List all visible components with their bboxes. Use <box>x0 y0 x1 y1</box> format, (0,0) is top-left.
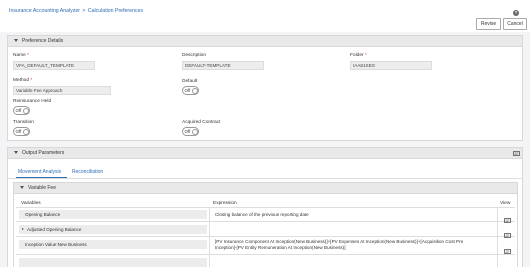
preference-details-header[interactable]: Preference Details <box>8 36 522 47</box>
folder-field[interactable]: IAA81SEG <box>350 61 432 70</box>
page-header: Insurance Accounting Analyzer > Calculat… <box>0 0 530 32</box>
reinsurance-held-toggle[interactable]: Off <box>13 106 30 115</box>
header-divider <box>16 207 515 208</box>
method-label: Method * <box>13 78 33 83</box>
breadcrumb-separator: > <box>82 8 86 14</box>
view-icon[interactable] <box>504 233 511 239</box>
preference-details-panel: Preference Details Name * VFA_DEFAULT_TE… <box>7 35 523 141</box>
view-icon[interactable] <box>504 249 511 255</box>
output-parameters-title: Output Parameters <box>22 150 65 156</box>
tab-reconciliation[interactable]: Reconciliation <box>72 169 103 175</box>
table-row-variable: Inception Value:New Business <box>19 240 207 249</box>
cancel-button[interactable]: Cancel <box>503 18 527 30</box>
transition-toggle[interactable]: Off <box>13 127 30 136</box>
breadcrumb-root-link[interactable]: Insurance Accounting Analyzer <box>9 8 80 14</box>
acquired-contract-toggle[interactable]: Off <box>182 127 199 136</box>
expression-column-header: Expression <box>213 201 237 206</box>
view-column-header: View <box>500 201 511 206</box>
output-parameters-header[interactable]: Output Parameters <box>8 148 522 159</box>
name-field[interactable]: VFA_DEFAULT_TEMPLATE <box>13 61 95 70</box>
variable-fee-section: Variable Fee Variables Expression View O… <box>13 182 518 267</box>
table-row-expression: Closing balance of the previous reportin… <box>215 212 309 217</box>
variables-column-header: Variables <box>21 201 41 206</box>
table-row-variable: Opening Balance <box>19 210 207 219</box>
acquired-contract-label: Acquired Contract <box>182 120 221 125</box>
column-divider <box>497 207 498 267</box>
caret-down-icon <box>20 186 24 189</box>
folder-label: Folder * <box>350 53 367 58</box>
variable-fee-header[interactable]: Variable Fee <box>14 183 517 194</box>
reinsurance-held-label: Reinsurance Held <box>13 99 52 104</box>
caret-down-icon <box>14 39 18 42</box>
row-divider <box>16 254 515 255</box>
description-label: Description <box>182 53 206 58</box>
tab-movement-analysis[interactable]: Movement Analysis <box>18 169 61 175</box>
output-parameters-panel: Output Parameters Movement Analysis Reco… <box>7 147 523 267</box>
table-row-variable-expandable[interactable]: Adjusted Opening Balance <box>19 225 207 234</box>
default-toggle[interactable]: Off <box>182 86 199 95</box>
default-label: Default <box>182 79 198 84</box>
comment-icon[interactable] <box>513 151 520 157</box>
breadcrumb-current: Calculation Preferences <box>87 8 143 14</box>
row-divider <box>16 221 515 222</box>
transition-label: Transition <box>13 120 34 125</box>
caret-right-icon[interactable] <box>22 228 24 230</box>
view-icon[interactable] <box>504 218 511 224</box>
description-field[interactable]: DEFAULT-TEMPLATE <box>182 61 264 70</box>
caret-down-icon <box>14 151 18 154</box>
preference-details-title: Preference Details <box>22 38 64 44</box>
breadcrumb: Insurance Accounting Analyzer > Calculat… <box>9 8 143 14</box>
revise-button[interactable]: Revise <box>476 18 501 30</box>
table-row-expression-line-1: [PV Insurance Component At Inception(New… <box>215 239 464 244</box>
name-label: Name * <box>13 53 30 58</box>
help-icon[interactable]: ? <box>513 10 519 16</box>
row-divider <box>16 236 515 237</box>
column-divider <box>209 207 210 267</box>
table-row-variable <box>19 258 207 267</box>
table-row-expression-line-2: Inception]-[PV Entity Remuneration At In… <box>215 245 346 250</box>
variable-fee-title: Variable Fee <box>28 185 56 191</box>
method-field[interactable]: Variable Fee Approach <box>13 86 111 95</box>
tab-divider <box>8 178 522 179</box>
